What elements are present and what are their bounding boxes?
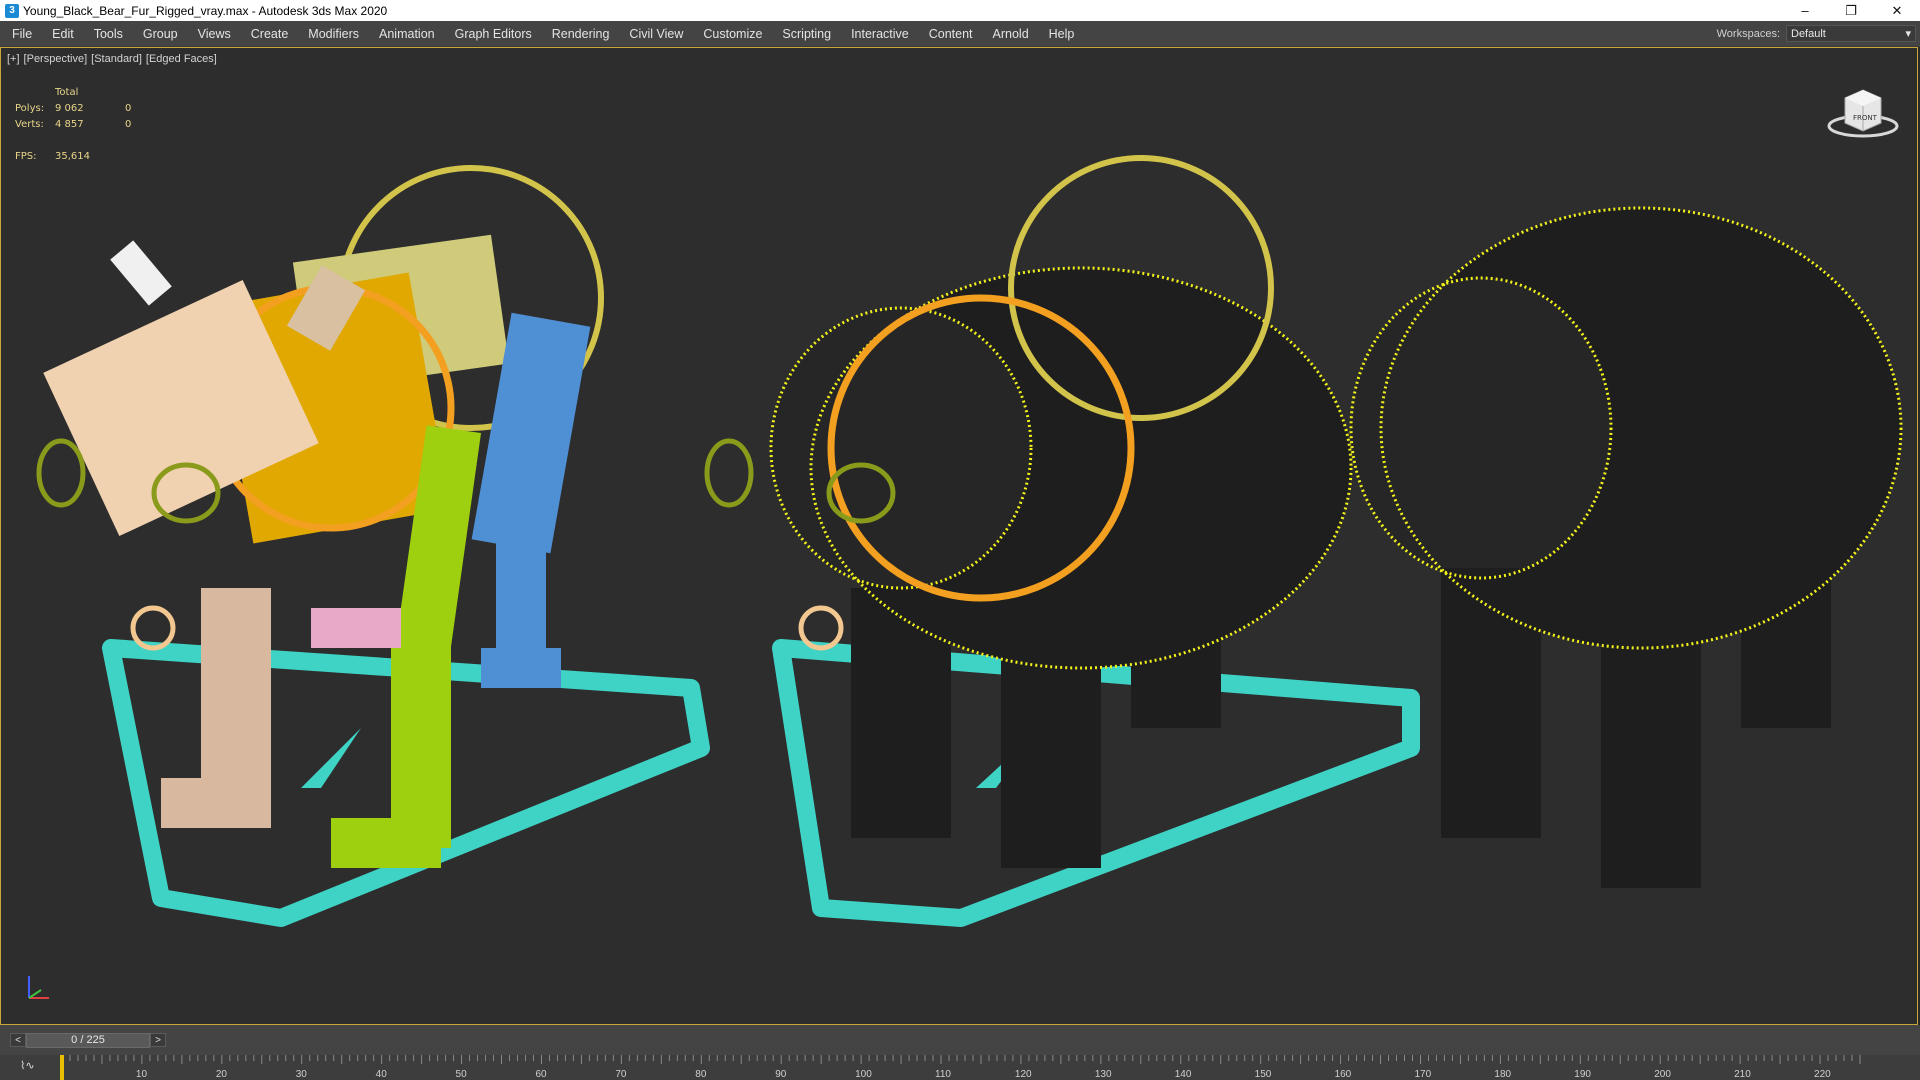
title-bar: 3 Young_Black_Bear_Fur_Rigged_vray.max -… — [0, 0, 1920, 21]
menu-customize[interactable]: Customize — [693, 21, 772, 46]
frame-tick-label: 150 — [1255, 1069, 1272, 1080]
minimize-button[interactable]: – — [1782, 0, 1828, 21]
menu-views[interactable]: Views — [188, 21, 241, 46]
viewcube-face-label: FRONT — [1853, 114, 1878, 122]
frame-tick-label: 200 — [1654, 1069, 1671, 1080]
frame-tick-label: 180 — [1494, 1069, 1511, 1080]
frame-tick-label: 190 — [1574, 1069, 1591, 1080]
frame-tick-label: 90 — [775, 1069, 787, 1080]
menu-help[interactable]: Help — [1039, 21, 1085, 46]
frame-tick-label: 20 — [216, 1069, 228, 1080]
menu-civil-view[interactable]: Civil View — [619, 21, 693, 46]
window-controls: – ❐ ✕ — [1782, 0, 1920, 21]
workspace-dropdown[interactable]: Default ▾ — [1786, 25, 1916, 42]
frame-tick-label: 130 — [1095, 1069, 1112, 1080]
current-frame-marker — [60, 1055, 64, 1080]
menu-modifiers[interactable]: Modifiers — [298, 21, 369, 46]
bear-fur-only — [1349, 206, 1903, 888]
time-slider-thumb[interactable]: 0 / 225 — [26, 1032, 150, 1048]
frame-tick-label: 110 — [935, 1069, 951, 1080]
menu-edit[interactable]: Edit — [42, 21, 84, 46]
frame-tick-label: 220 — [1814, 1069, 1831, 1080]
prev-frame-button[interactable]: < — [10, 1033, 26, 1047]
menu-arnold[interactable]: Arnold — [983, 21, 1039, 46]
frame-ruler: 10 20 30 40 50 60 70 80 90 100 110 120 130 140 150 160 1… — [60, 1055, 1861, 1080]
axis-tripod-icon — [28, 976, 49, 999]
close-button[interactable]: ✕ — [1874, 0, 1920, 21]
frame-tick-label: 80 — [695, 1069, 707, 1080]
control-arrow-1 — [301, 728, 361, 788]
viewcube[interactable]: FRONT — [1823, 68, 1903, 148]
frame-tick-label: 160 — [1335, 1069, 1352, 1080]
scene-render — [36, 155, 1903, 927]
menu-rendering[interactable]: Rendering — [542, 21, 620, 46]
workspace-label: Workspaces: — [1716, 27, 1780, 40]
frame-tick-label: 100 — [855, 1069, 872, 1080]
track-bar[interactable]: ⌇∿ 10 20 30 40 50 60 70 80 90 100 110 120 130 140 150 1… — [0, 1055, 1920, 1080]
frame-tick-label: 210 — [1734, 1069, 1751, 1080]
menu-group[interactable]: Group — [133, 21, 188, 46]
menu-bar: File Edit Tools Group Views Create Modif… — [0, 21, 1920, 47]
proxy-rig-model — [36, 165, 604, 868]
time-slider-bar: < 0 / 225 > — [0, 1025, 1920, 1055]
next-frame-button[interactable]: > — [150, 1033, 166, 1047]
menu-animation[interactable]: Animation — [369, 21, 445, 46]
frame-tick-label: 30 — [296, 1069, 308, 1080]
menu-interactive[interactable]: Interactive — [841, 21, 919, 46]
menu-content[interactable]: Content — [919, 21, 983, 46]
menu-graph-editors[interactable]: Graph Editors — [445, 21, 542, 46]
restore-button[interactable]: ❐ — [1828, 0, 1874, 21]
frame-tick-label: 50 — [456, 1069, 468, 1080]
menu-file[interactable]: File — [0, 21, 42, 46]
workspace-value: Default — [1791, 27, 1826, 40]
frame-tick-label: 170 — [1414, 1069, 1431, 1080]
perspective-viewport[interactable]: [+] [Perspective] [Standard] [Edged Face… — [0, 47, 1918, 1025]
menu-create[interactable]: Create — [241, 21, 299, 46]
frame-tick-label: 60 — [535, 1069, 547, 1080]
window-title: Young_Black_Bear_Fur_Rigged_vray.max - A… — [23, 3, 388, 18]
menu-scripting[interactable]: Scripting — [772, 21, 841, 46]
chevron-down-icon: ▾ — [1905, 28, 1911, 40]
frame-tick-label: 10 — [136, 1069, 148, 1080]
frame-tick-label: 140 — [1175, 1069, 1192, 1080]
frame-tick-label: 70 — [615, 1069, 627, 1080]
frame-tick-label: 40 — [376, 1069, 388, 1080]
menu-tools[interactable]: Tools — [84, 21, 133, 46]
frame-tick-label: 120 — [1015, 1069, 1032, 1080]
workspace-switcher: Workspaces: Default ▾ — [1717, 25, 1920, 42]
3dsmax-app-icon[interactable]: 3 — [5, 3, 19, 18]
